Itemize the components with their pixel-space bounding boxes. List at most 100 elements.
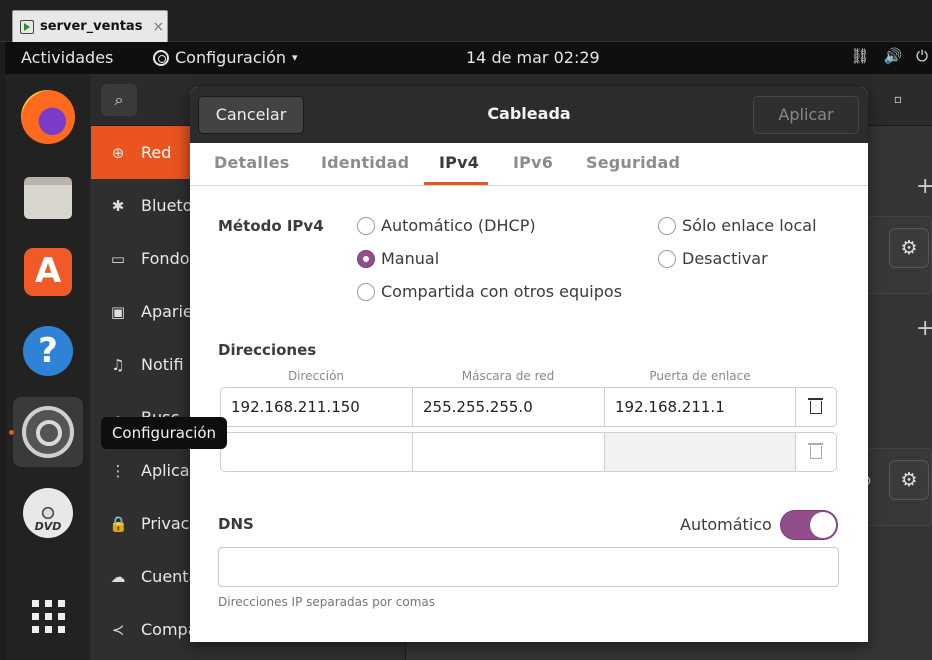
tab-security[interactable]: Seguridad [586,153,680,172]
running-indicator [9,430,14,435]
show-apps-icon [31,599,65,633]
settings-icon [22,406,74,458]
column-header-gateway: Puerta de enlace [649,369,751,383]
dns-hint: Direcciones IP separadas por comas [218,595,436,609]
app-menu[interactable]: Configuración ▾ [153,48,298,67]
radio-label: Automático (DHCP) [381,216,536,235]
background-icon: ▭ [110,249,126,268]
radio-disable[interactable]: Desactivar [658,249,768,268]
trash-icon [808,442,823,459]
gateway-field [604,432,796,472]
dns-auto-label: Automático [680,515,772,534]
dns-heading: DNS [218,515,254,533]
maximize-icon[interactable]: ▫ [894,92,902,106]
dock: A ? DVD [5,74,91,660]
radio-label: Desactivar [682,249,768,268]
firefox-icon [21,90,75,144]
netmask-field[interactable]: 255.255.255.0 [412,387,605,427]
tab-details[interactable]: Detalles [214,153,290,172]
sidebar-item-label: Aparie [141,302,193,321]
column-header-address: Dirección [287,369,345,383]
gateway-field[interactable]: 192.168.211.1 [604,387,796,427]
host-window-bar: server_ventas × [0,0,932,42]
dock-dvd[interactable]: DVD [13,478,83,548]
active-tab-indicator [424,182,488,185]
search-icon[interactable]: ⌕ [101,84,137,116]
table-row: 192.168.211.150 255.255.255.0 192.168.21… [220,387,837,427]
dock-tooltip: Configuración [101,417,227,449]
trash-icon [808,397,823,414]
volume-icon[interactable]: 🔊 [883,47,902,65]
radio-button-selected[interactable] [357,249,375,268]
addresses-heading: Direcciones [218,341,317,359]
chevron-down-icon: ▾ [292,51,298,64]
wired-connection-dialog: Cancelar Cableada Aplicar Detalles Ident… [190,87,868,642]
radio-button[interactable] [357,282,375,301]
ipv4-method-label: Método IPv4 [218,217,324,235]
radio-label: Sólo enlace local [682,216,817,235]
apply-button[interactable]: Aplicar [753,96,859,134]
clock[interactable]: 14 de mar 02:29 [466,48,600,67]
dock-help[interactable]: ? [13,316,83,386]
radio-link-local[interactable]: Sólo enlace local [658,216,817,235]
radio-label: Manual [381,249,440,268]
radio-button[interactable] [658,216,676,235]
lock-icon: 🔒 [109,514,128,533]
vm-icon [20,19,34,34]
toggle-knob [810,512,836,538]
show-apps-button[interactable] [13,581,83,651]
delete-row-button [795,432,837,472]
address-field[interactable] [220,432,413,472]
dialog-tabs: Detalles Identidad IPv4 IPv6 Seguridad [190,143,868,186]
cloud-icon: ☁ [110,567,126,586]
radio-label: Compartida con otros equipos [381,282,623,301]
tab-ipv6[interactable]: IPv6 [513,153,553,172]
dns-auto-toggle[interactable] [780,510,838,540]
dock-firefox[interactable] [13,82,83,152]
dock-software[interactable]: A [13,237,83,307]
sidebar-item-label: Blueto [141,196,193,215]
column-header-netmask: Máscara de red [461,369,555,383]
dock-files[interactable] [13,163,83,233]
dns-input[interactable] [218,547,839,587]
vm-tab[interactable]: server_ventas × [12,10,168,42]
network-icon: ⊕ [111,143,125,162]
radio-shared[interactable]: Compartida con otros equipos [357,282,622,301]
dock-settings[interactable] [9,397,83,467]
files-icon [24,177,72,219]
close-icon[interactable]: × [152,19,164,35]
sidebar-item-label: Notifi [141,355,184,374]
software-store-icon: A [24,248,72,296]
dialog-header: Cancelar Cableada Aplicar [190,87,868,143]
gear-icon[interactable]: ⚙ [889,460,929,500]
radio-button[interactable] [357,216,375,235]
address-field[interactable]: 192.168.211.150 [220,387,413,427]
app-menu-label: Configuración [175,48,287,67]
delete-row-button[interactable] [795,387,837,427]
vm-tab-label: server_ventas [40,19,143,34]
sidebar-item-label: Privaci [141,514,194,533]
netmask-field[interactable] [412,432,605,472]
apps-icon: ⋮ [110,461,126,480]
system-tray[interactable]: ⛓ 🔊 ⏻ [850,47,928,65]
share-icon: ≺ [111,620,125,639]
top-bar: Actividades Configuración ▾ 14 de mar 02… [5,42,932,74]
network-icon[interactable]: ⛓ [850,47,869,65]
radio-automatic-dhcp[interactable]: Automático (DHCP) [357,216,536,235]
tab-identity[interactable]: Identidad [321,153,409,172]
gear-icon [153,49,169,66]
radio-manual[interactable]: Manual [357,249,439,268]
dvd-icon: DVD [23,488,73,538]
sidebar-item-label: Aplica [141,461,190,480]
add-icon[interactable]: + [916,174,932,199]
gear-icon[interactable]: ⚙ [889,228,929,268]
add-icon[interactable]: + [916,316,932,341]
tab-ipv4[interactable]: IPv4 [439,153,479,172]
radio-button[interactable] [658,249,676,268]
sidebar-item-label: Fondo [141,249,190,268]
bluetooth-icon: ✱ [111,196,125,215]
help-icon: ? [23,326,73,376]
bell-icon: ♫ [111,355,125,374]
power-icon[interactable]: ⏻ [916,47,928,65]
activities-button[interactable]: Actividades [21,48,113,67]
